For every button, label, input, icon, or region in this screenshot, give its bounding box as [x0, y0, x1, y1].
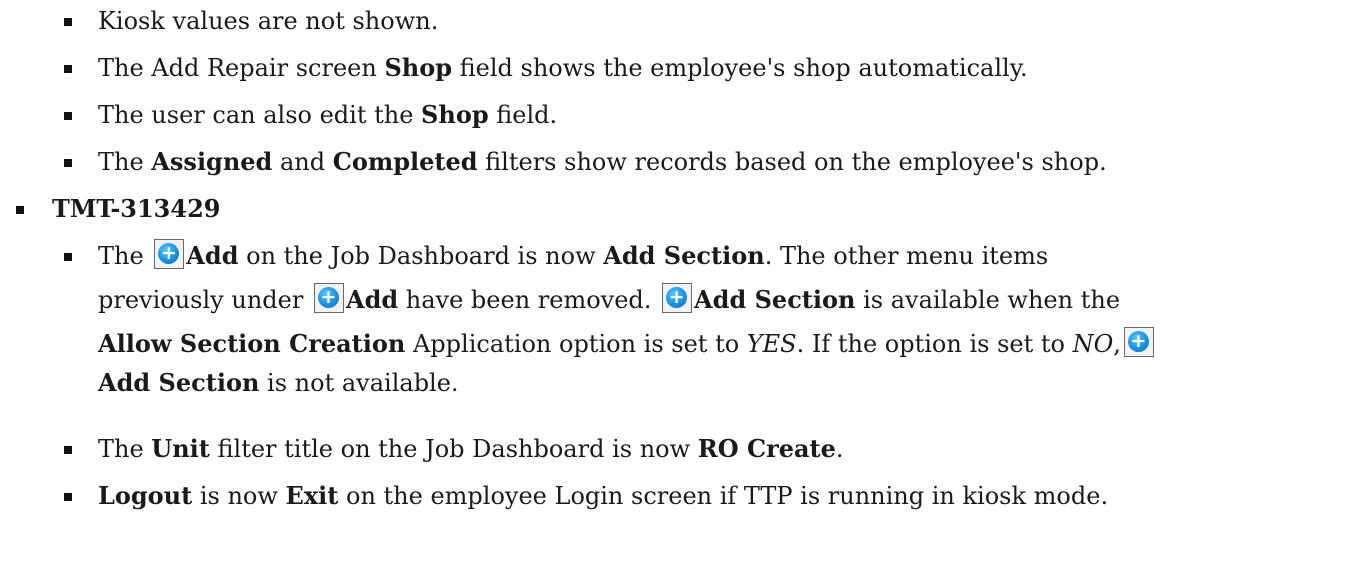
ticket-heading: TMT-313429 [52, 194, 221, 223]
note-assigned-completed-filters: The Assigned and Completed filters show … [98, 147, 1107, 176]
note-unit-filter-title: The Unit filter title on the Job Dashboa… [98, 434, 844, 463]
release-notes-document: Kiosk values are not shown. The Add Repa… [0, 0, 1364, 585]
note-shop-field-auto: The Add Repair screen Shop field shows t… [98, 53, 1028, 82]
add-circle-icon [154, 239, 185, 269]
bullet-icon [64, 159, 72, 167]
note-add-section-line4: Add Section is not available. [98, 368, 459, 397]
bullet-icon [64, 18, 72, 26]
add-circle-icon [313, 283, 344, 313]
add-circle-icon [662, 283, 693, 313]
note-kiosk-values: Kiosk values are not shown. [98, 7, 439, 35]
bullet-icon [64, 493, 72, 501]
note-add-section-line3: Allow Section Creation Application optio… [98, 323, 1156, 365]
note-logout-exit: Logout is now Exit on the employee Login… [98, 481, 1109, 510]
bullet-icon [16, 206, 24, 214]
bullet-icon [64, 112, 72, 120]
bullet-icon [64, 65, 72, 73]
add-circle-icon [1123, 327, 1154, 357]
note-add-section-line2: previously under Add have been removed. … [98, 279, 1120, 321]
note-add-section-line1: The Add on the Job Dashboard is now Add … [98, 235, 1048, 277]
bullet-icon [64, 446, 72, 454]
note-shop-field-edit: The user can also edit the Shop field. [98, 100, 558, 129]
bullet-icon [64, 253, 72, 261]
